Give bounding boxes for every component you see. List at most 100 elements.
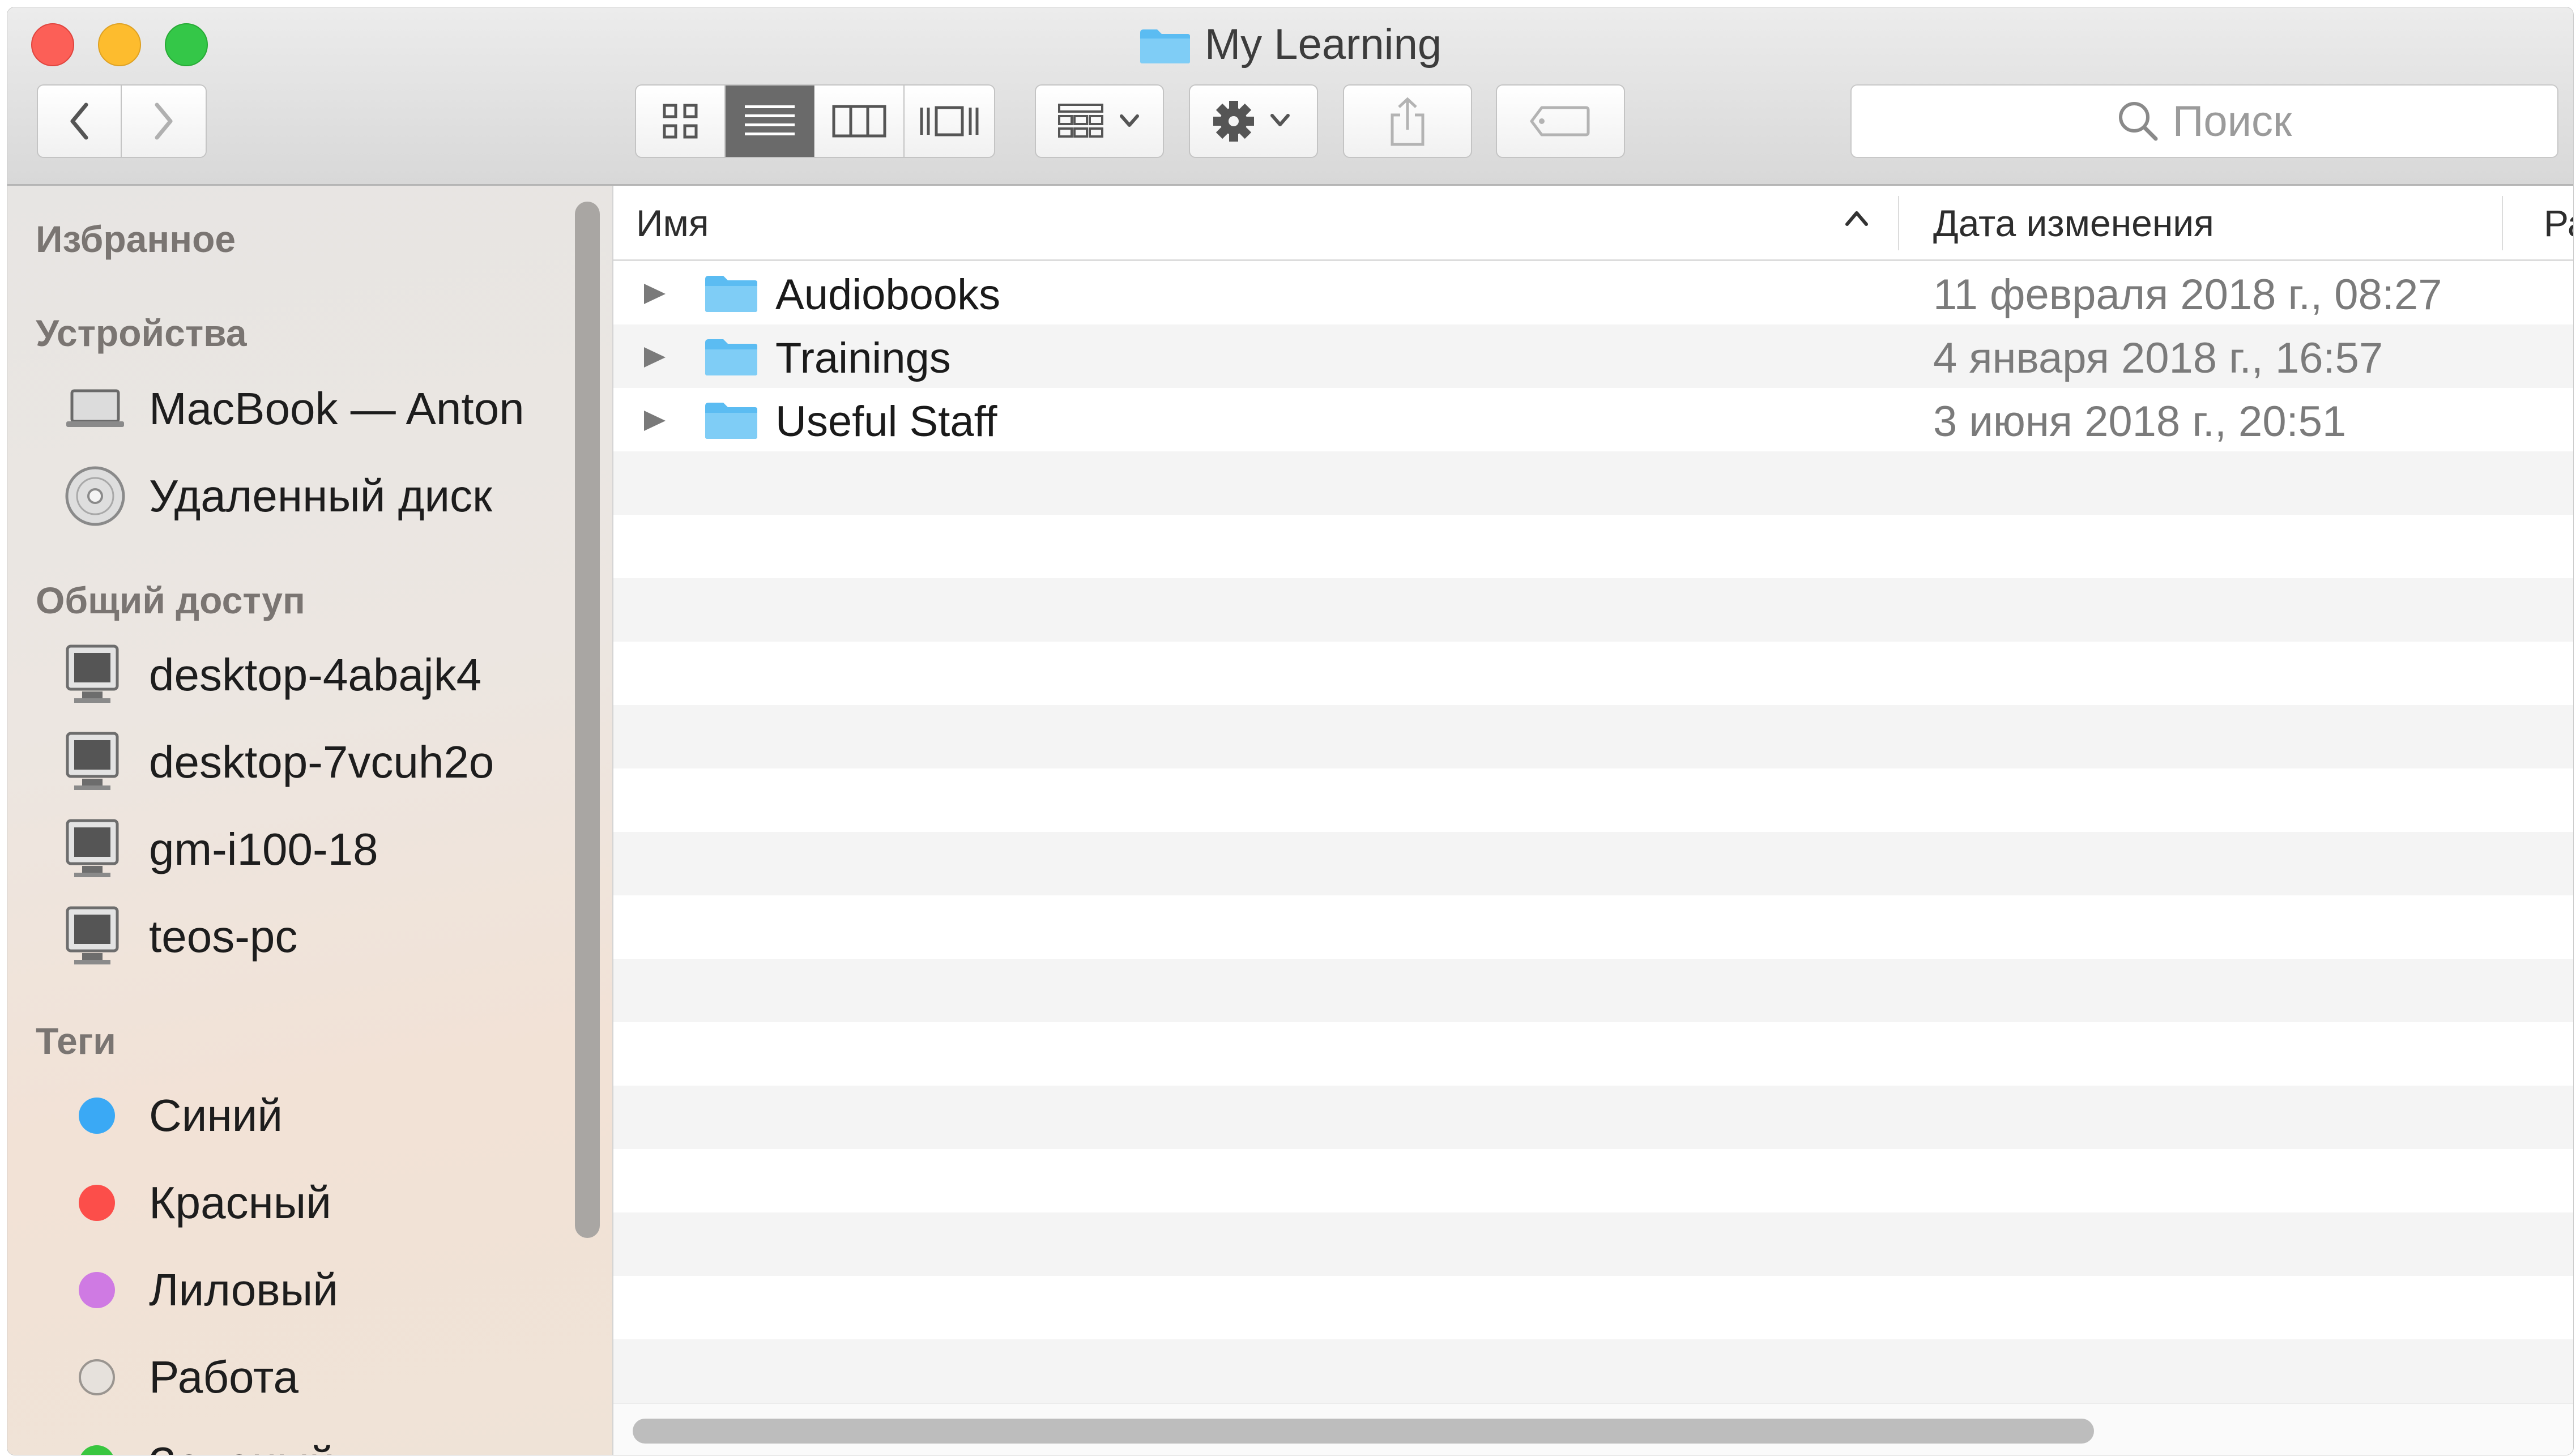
sidebar-section-tags: Теги [36,1020,116,1062]
folder-icon [1140,29,1190,63]
tag-dot-icon [79,1272,115,1308]
columns-icon [832,105,886,138]
grid-icon [663,104,698,139]
sidebar-item-label: Работа [149,1352,298,1402]
tag-dot-icon [79,1359,115,1395]
sidebar-item-label: Красный [149,1177,331,1228]
icon-view-button[interactable] [636,86,726,157]
file-row[interactable]: Audiobooks 11 февраля 2018 г., 08:27 [613,261,2573,324]
edit-tags-button[interactable] [1496,84,1625,158]
monitor-icon [64,728,132,796]
empty-row [613,1339,2573,1403]
empty-row [613,1149,2573,1212]
sidebar-item-shared-3[interactable]: gm-i100-18 [64,815,378,883]
sidebar-tag-blue[interactable]: Синий [64,1082,283,1150]
laptop-icon [64,375,132,443]
column-header-size[interactable]: Ра [2544,202,2573,245]
empty-row [613,1212,2573,1276]
sidebar-item-label: Зеленый [149,1437,335,1455]
sidebar-tag-green[interactable]: Зеленый [64,1429,335,1455]
sidebar-item-label: teos-pc [149,911,298,962]
monitor-icon [64,815,132,883]
sidebar-item-shared-4[interactable]: teos-pc [64,903,297,971]
back-forward-group [37,84,207,158]
action-menu-button[interactable] [1189,84,1318,158]
search-icon [2118,102,2158,141]
toolbar: My Learning Поиск [7,7,2573,186]
disc-icon [64,462,132,530]
tag-dot-icon [79,1098,115,1134]
file-row[interactable]: Useful Staff 3 июня 2018 г., 20:51 [613,388,2573,451]
list-view-button[interactable] [726,86,815,157]
column-header-modified[interactable]: Дата изменения [1933,202,2214,245]
sidebar-item-label: desktop-7vcuh2o [149,737,494,787]
empty-row [613,705,2573,768]
chevron-right-icon [155,103,173,140]
column-view-button[interactable] [815,86,905,157]
folder-icon [705,276,757,312]
empty-row [613,959,2573,1022]
tag-dot-icon [79,1185,115,1221]
gear-icon [1213,101,1290,142]
sidebar-item-macbook[interactable]: MacBook — Anton [64,375,524,443]
sidebar-tag-purple[interactable]: Лиловый [64,1256,338,1324]
column-header-name[interactable]: Имя [636,202,709,245]
empty-row [613,451,2573,515]
empty-row [613,1276,2573,1339]
disclosure-triangle-icon[interactable] [642,346,668,369]
arrange-button[interactable] [1035,84,1164,158]
sidebar-tag-red[interactable]: Красный [64,1169,331,1237]
file-rows: Audiobooks 11 февраля 2018 г., 08:27 Tra… [613,261,2573,1404]
list-header: Имя Дата изменения Ра [613,186,2573,261]
window-title-text: My Learning [1204,20,1442,69]
window-title: My Learning [7,20,2573,70]
sidebar-item-label: MacBook — Anton [149,383,524,434]
cover-flow-icon [920,106,979,136]
empty-row [613,832,2573,895]
disclosure-triangle-icon[interactable] [642,283,668,305]
empty-row [613,1086,2573,1149]
forward-button[interactable] [122,86,206,157]
file-modified-date: 3 июня 2018 г., 20:51 [1933,398,2347,446]
file-modified-date: 11 февраля 2018 г., 08:27 [1933,271,2442,319]
folder-icon [705,403,757,439]
sidebar-item-label: gm-i100-18 [149,824,378,874]
column-divider[interactable] [1898,196,1899,250]
horizontal-scrollbar-thumb[interactable] [633,1419,2094,1444]
folder-icon [705,339,757,375]
sidebar-item-label: Удаленный диск [149,471,493,521]
empty-row [613,768,2573,832]
empty-row [613,1022,2573,1086]
sidebar-item-label: desktop-4abajk4 [149,650,482,700]
search-placeholder: Поиск [2172,97,2292,146]
sidebar-item-shared-1[interactable]: desktop-4abajk4 [64,641,481,709]
sidebar-scrollbar[interactable] [575,202,600,1238]
empty-row [613,578,2573,642]
sidebar-tag-work[interactable]: Работа [64,1343,298,1411]
file-name: Audiobooks [775,271,1001,319]
arrange-icon [1058,104,1139,138]
search-field[interactable]: Поиск [1850,84,2558,158]
monitor-icon [64,903,132,971]
file-name: Trainings [775,334,951,382]
back-button[interactable] [38,86,122,157]
file-modified-date: 4 января 2018 г., 16:57 [1933,334,2383,382]
tag-icon [1530,106,1590,136]
column-divider[interactable] [2502,196,2503,250]
share-button[interactable] [1343,84,1472,158]
horizontal-scrollbar[interactable] [613,1403,2573,1455]
sidebar-item-remote-disc[interactable]: Удаленный диск [64,462,492,530]
list-icon [745,105,795,135]
disclosure-triangle-icon[interactable] [642,409,668,432]
sidebar-item-label: Синий [149,1090,283,1141]
file-row[interactable]: Trainings 4 января 2018 г., 16:57 [613,324,2573,388]
view-mode-group [635,84,995,158]
sidebar-section-shared: Общий доступ [36,579,305,621]
sidebar-section-favorites: Избранное [36,218,236,260]
cover-flow-view-button[interactable] [905,86,994,157]
monitor-icon [64,641,132,709]
sidebar-item-shared-2[interactable]: desktop-7vcuh2o [64,728,494,796]
sidebar-section-devices: Устройства [36,312,247,354]
finder-window: My Learning Поиск Избранное Устройства M… [7,7,2574,1455]
sort-ascending-icon[interactable] [1843,206,1871,229]
